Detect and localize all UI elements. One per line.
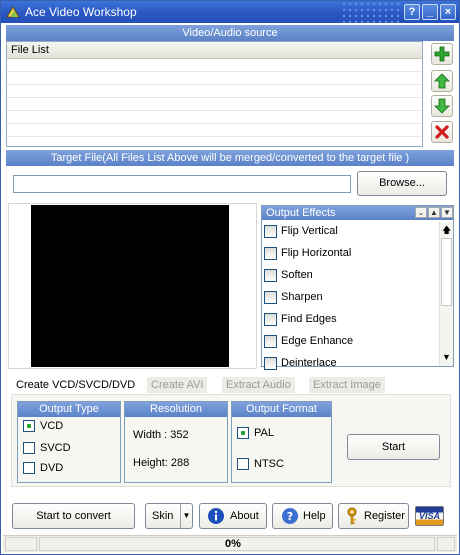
- effects-scrollbar[interactable]: 🡅 ▼: [439, 222, 453, 366]
- start-button[interactable]: Start: [347, 434, 440, 460]
- move-down-button[interactable]: [431, 95, 453, 117]
- output-type-header: Output Type: [18, 402, 120, 417]
- output-effects-list[interactable]: Output Effects ⌄ ▲ ▼ Flip Vertical Flip …: [261, 205, 454, 370]
- radio-button[interactable]: [23, 442, 35, 455]
- help-window-button[interactable]: ?: [404, 4, 420, 20]
- output-type-group: Output Type VCD SVCD DVD: [17, 401, 121, 483]
- scroll-up-small-icon[interactable]: ▲: [428, 207, 440, 218]
- checkbox[interactable]: [264, 290, 277, 304]
- arrow-down-icon: [434, 98, 450, 114]
- progress-text: 0%: [225, 538, 241, 550]
- window-title: Ace Video Workshop: [25, 5, 137, 19]
- tab-extract-audio[interactable]: Extract Audio: [222, 377, 295, 393]
- list-row: [7, 98, 422, 111]
- dropdown-arrow-icon[interactable]: ▼: [180, 504, 192, 528]
- tab-extract-image[interactable]: Extract Image: [309, 377, 385, 393]
- output-format-group: Output Format PAL NTSC: [231, 401, 332, 483]
- radio-button[interactable]: [237, 458, 249, 471]
- effect-find-edges[interactable]: Find Edges: [264, 311, 434, 329]
- radio-button[interactable]: [237, 427, 249, 440]
- list-row: [7, 111, 422, 124]
- option-ntsc[interactable]: NTSC: [237, 458, 284, 471]
- move-up-button[interactable]: [431, 70, 453, 92]
- resolution-width: Width : 352: [133, 429, 189, 441]
- app-window: Ace Video Workshop ? _ × Video/Audio sou…: [0, 0, 460, 555]
- option-svcd[interactable]: SVCD: [23, 442, 71, 455]
- register-button[interactable]: Register: [338, 503, 409, 529]
- chevron-down-icon[interactable]: ⌄: [415, 207, 427, 218]
- resolution-height: Height: 288: [133, 457, 190, 469]
- list-row: [7, 85, 422, 98]
- checkbox[interactable]: [264, 224, 277, 238]
- delete-x-icon: [435, 125, 449, 139]
- title-bar: Ace Video Workshop ? _ ×: [1, 1, 459, 23]
- radio-button[interactable]: [23, 420, 35, 433]
- visa-label: VISA: [419, 511, 441, 521]
- resolution-group: Resolution Width : 352 Height: 288: [124, 401, 228, 483]
- scroll-down-small-icon[interactable]: ▼: [441, 207, 453, 218]
- skin-button[interactable]: Skin ▼: [145, 503, 193, 529]
- tab-create-vcd[interactable]: Create VCD/SVCD/DVD: [12, 377, 140, 393]
- effect-sharpen[interactable]: Sharpen: [264, 289, 434, 307]
- effect-edge-enhance[interactable]: Edge Enhance: [264, 333, 434, 351]
- option-pal[interactable]: PAL: [237, 427, 274, 440]
- key-icon: [347, 507, 357, 525]
- resolution-header: Resolution: [125, 402, 227, 417]
- file-list-column-header[interactable]: File List: [7, 42, 422, 59]
- effect-flip-horizontal[interactable]: Flip Horizontal: [264, 245, 434, 263]
- visa-card-icon[interactable]: VISA: [415, 506, 444, 526]
- info-icon: [208, 508, 224, 524]
- file-list[interactable]: File List: [6, 41, 423, 147]
- status-bar: 0%: [3, 535, 457, 552]
- list-row: [7, 72, 422, 85]
- browse-button[interactable]: Browse...: [357, 171, 447, 196]
- question-icon: ?: [282, 508, 298, 524]
- start-to-convert-button[interactable]: Start to convert: [12, 503, 135, 529]
- add-file-button[interactable]: [431, 43, 453, 65]
- scrollbar-thumb[interactable]: [441, 238, 452, 306]
- video-preview: [31, 205, 229, 367]
- about-button[interactable]: About: [199, 503, 267, 529]
- plus-icon: [434, 46, 450, 62]
- source-header: Video/Audio source: [6, 25, 454, 41]
- effect-deinterlace[interactable]: Deinterlace: [264, 355, 434, 373]
- option-dvd[interactable]: DVD: [23, 462, 63, 475]
- remove-file-button[interactable]: [431, 121, 453, 143]
- output-format-header: Output Format: [232, 402, 331, 417]
- status-segment: [437, 537, 455, 551]
- scroll-up-icon[interactable]: 🡅: [442, 223, 451, 239]
- titlebar-pattern: [341, 1, 401, 23]
- arrow-up-icon: [434, 73, 450, 89]
- svg-text:?: ?: [287, 510, 293, 523]
- radio-button[interactable]: [23, 462, 35, 475]
- checkbox[interactable]: [264, 268, 277, 282]
- list-row: [7, 59, 422, 72]
- target-file-input[interactable]: [13, 175, 351, 193]
- tab-create-avi[interactable]: Create AVI: [147, 377, 208, 393]
- effect-soften[interactable]: Soften: [264, 267, 434, 285]
- option-vcd[interactable]: VCD: [23, 420, 63, 433]
- checkbox[interactable]: [264, 356, 277, 370]
- close-button[interactable]: ×: [440, 4, 456, 20]
- minimize-button[interactable]: _: [422, 4, 438, 20]
- app-icon: [6, 6, 20, 18]
- checkbox[interactable]: [264, 246, 277, 260]
- list-row: [7, 124, 422, 137]
- target-file-header: Target File(All Files List Above will be…: [6, 150, 454, 166]
- scroll-down-icon[interactable]: ▼: [442, 352, 451, 362]
- checkbox[interactable]: [264, 312, 277, 326]
- checkbox[interactable]: [264, 334, 277, 348]
- effect-flip-vertical[interactable]: Flip Vertical: [264, 223, 434, 241]
- help-button[interactable]: ? Help: [272, 503, 333, 529]
- status-segment: [5, 537, 37, 551]
- output-effects-header: Output Effects ⌄ ▲ ▼: [262, 206, 453, 220]
